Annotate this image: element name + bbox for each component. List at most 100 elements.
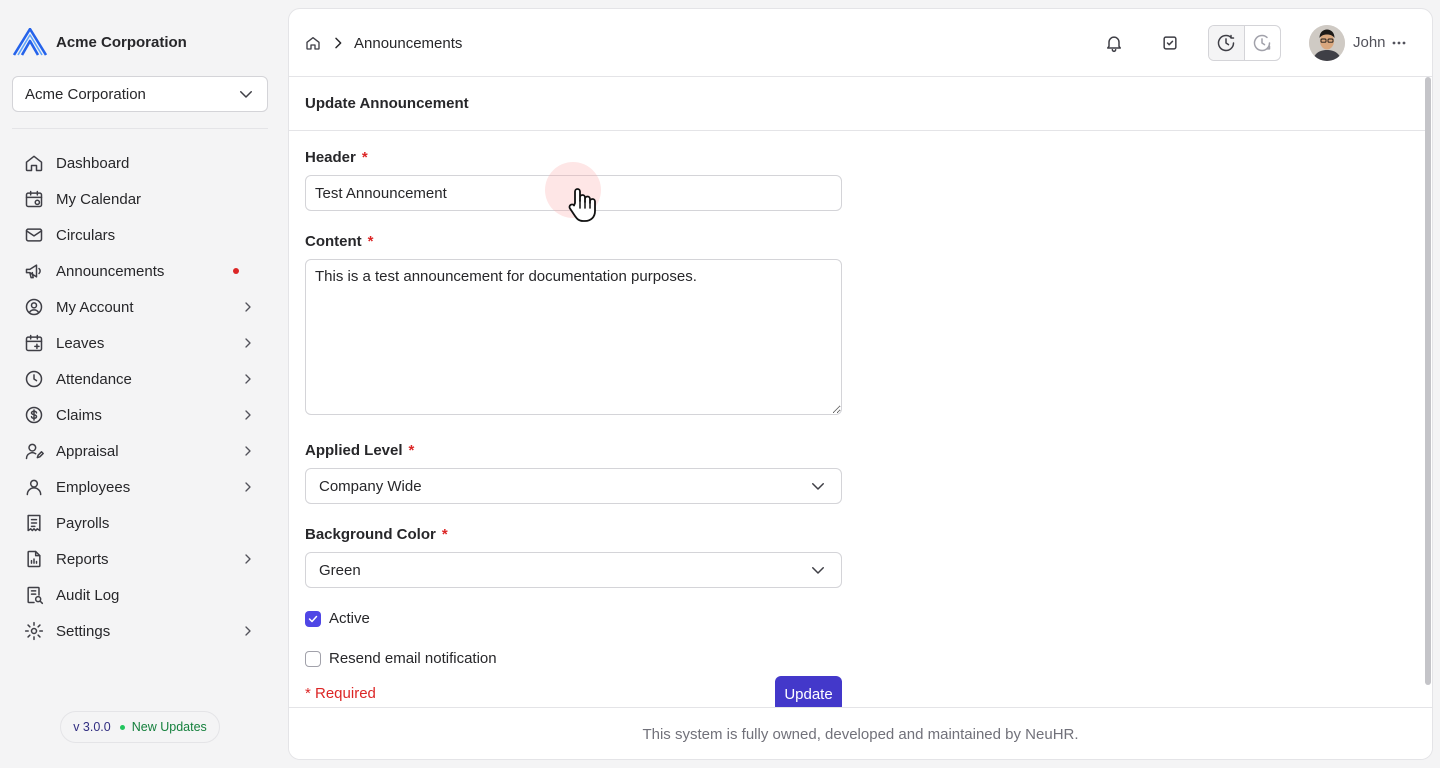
sidebar-item-circulars[interactable]: Circulars (12, 217, 268, 253)
sidebar-item-label: Appraisal (56, 442, 119, 460)
chevron-right-icon (240, 623, 256, 639)
sidebar-item-payrolls[interactable]: Payrolls (12, 505, 268, 541)
sidebar-item-claims[interactable]: Claims (12, 397, 268, 433)
sidebar-item-employees[interactable]: Employees (12, 469, 268, 505)
sidebar-item-label: Settings (56, 622, 111, 640)
chevron-right-icon (240, 443, 256, 459)
sidebar-item-my-calendar[interactable]: My Calendar (12, 181, 268, 217)
unread-dot (233, 268, 239, 274)
resend-notification-row[interactable]: Resend email notification (305, 650, 497, 667)
chevron-right-icon (240, 479, 256, 495)
background-color-label: Background Color * (305, 526, 448, 543)
mail-icon (24, 225, 44, 245)
sidebar-item-label: Employees (56, 478, 131, 496)
sidebar-item-dashboard[interactable]: Dashboard (12, 145, 268, 181)
gear-icon (24, 621, 44, 641)
background-color-select[interactable]: Green (305, 552, 842, 588)
header-input[interactable] (305, 175, 842, 211)
applied-level-value: Company Wide (319, 477, 422, 495)
active-checkbox[interactable] (305, 610, 321, 627)
active-label: Active (329, 610, 370, 627)
brand[interactable]: Acme Corporation (12, 28, 187, 56)
announcement-form: Update Announcement Header* Content* Thi… (289, 77, 1425, 707)
sidebar-item-appraisal[interactable]: Appraisal (12, 433, 268, 469)
acme-logo-icon (12, 28, 48, 56)
brand-name: Acme Corporation (56, 33, 187, 51)
chevron-right-icon (240, 407, 256, 423)
sidebar-item-label: Leaves (56, 334, 105, 352)
top-bar: Announcements John (289, 9, 1432, 77)
scrollbar[interactable] (1425, 77, 1431, 685)
required-marker: * (361, 149, 368, 166)
more-icon[interactable] (1391, 33, 1407, 53)
bell-icon[interactable] (1104, 33, 1124, 53)
user-circle-icon (24, 297, 44, 317)
calendar-leave-icon (24, 333, 44, 353)
clock-in-out-group (1208, 25, 1281, 61)
sidebar-item-label: My Account (56, 298, 134, 316)
receipt-icon (24, 513, 44, 533)
resend-notification-label: Resend email notification (329, 650, 497, 667)
report-icon (24, 549, 44, 569)
applied-level-select[interactable]: Company Wide (305, 468, 842, 504)
header-label: Header * (305, 149, 368, 166)
dollar-circle-icon (24, 405, 44, 425)
required-marker: * (408, 442, 415, 459)
chevron-right-icon (240, 371, 256, 387)
required-marker: * (441, 526, 448, 543)
chevron-right-icon (240, 335, 256, 351)
sidebar-divider (12, 128, 268, 129)
sidebar-item-label: Audit Log (56, 586, 120, 604)
footer: This system is fully owned, developed an… (289, 707, 1432, 759)
sidebar-item-label: Announcements (56, 262, 165, 280)
sidebar-item-audit-log[interactable]: Audit Log (12, 577, 268, 613)
clock-icon (24, 369, 44, 389)
update-status-dot (119, 724, 125, 730)
user-name[interactable]: John (1353, 34, 1386, 51)
required-note: * Required (305, 685, 376, 702)
breadcrumb-current: Announcements (354, 34, 463, 52)
chevron-right-icon (240, 551, 256, 567)
home-icon[interactable] (305, 35, 321, 51)
resend-notification-checkbox[interactable] (305, 650, 321, 667)
active-checkbox-row[interactable]: Active (305, 610, 370, 627)
page-title: Update Announcement (305, 95, 469, 112)
avatar[interactable] (1309, 25, 1345, 61)
content-textarea[interactable]: This is a test announcement for document… (305, 259, 842, 415)
sidebar-item-label: Attendance (56, 370, 132, 388)
clock-out-button[interactable] (1245, 26, 1281, 60)
clock-in-button[interactable] (1209, 26, 1245, 60)
sidebar-item-label: Circulars (56, 226, 116, 244)
home-icon (24, 153, 44, 173)
new-updates-label: New Updates (131, 720, 207, 734)
sidebar-item-label: Claims (56, 406, 102, 424)
sidebar-item-settings[interactable]: Settings (12, 613, 268, 649)
update-button[interactable]: Update (775, 676, 842, 707)
required-marker: * (367, 233, 374, 250)
content-label: Content * (305, 233, 374, 250)
calendar-icon (24, 189, 44, 209)
sidebar-item-announcements[interactable]: Announcements (12, 253, 268, 289)
version-number: v 3.0.0 (73, 720, 111, 734)
chevron-right-icon (330, 35, 346, 51)
task-check-icon[interactable] (1160, 33, 1180, 53)
title-divider (289, 130, 1425, 131)
organization-select-value: Acme Corporation (25, 85, 146, 103)
sidebar-item-my-account[interactable]: My Account (12, 289, 268, 325)
sidebar-item-leaves[interactable]: Leaves (12, 325, 268, 361)
sidebar-item-attendance[interactable]: Attendance (12, 361, 268, 397)
sidebar-item-label: Reports (56, 550, 109, 568)
applied-level-label: Applied Level * (305, 442, 415, 459)
chevron-down-icon (809, 561, 827, 579)
organization-select[interactable]: Acme Corporation (12, 76, 268, 112)
clock-in-icon (1216, 33, 1236, 53)
footer-text: This system is fully owned, developed an… (642, 726, 1079, 743)
clock-out-icon (1252, 33, 1272, 53)
chevron-right-icon (240, 299, 256, 315)
audit-icon (24, 585, 44, 605)
version-badge[interactable]: v 3.0.0 New Updates (60, 711, 220, 743)
user-edit-icon (24, 441, 44, 461)
sidebar-item-reports[interactable]: Reports (12, 541, 268, 577)
megaphone-icon (24, 261, 44, 281)
breadcrumb: Announcements (305, 33, 462, 53)
